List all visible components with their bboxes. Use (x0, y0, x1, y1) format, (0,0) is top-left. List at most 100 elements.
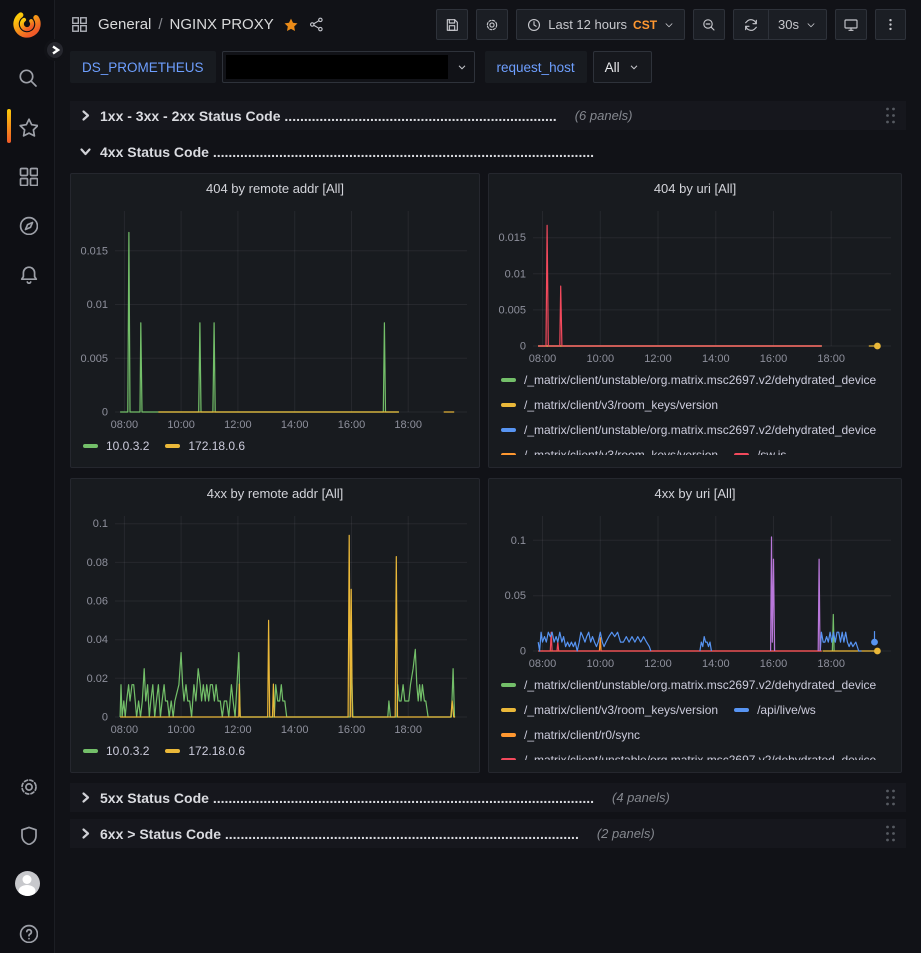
refresh-button[interactable] (734, 10, 768, 39)
series-line (538, 225, 822, 346)
legend-item[interactable]: /_matrix/client/v3/room_keys/version (501, 446, 718, 455)
row-drag-handle-icon[interactable] (884, 824, 897, 843)
x-tick-label: 12:00 (224, 419, 252, 431)
chevron-right-icon (50, 45, 60, 55)
timezone-label: CST (633, 18, 657, 32)
row-header-5xx[interactable]: 5xx Status Code ........................… (70, 783, 906, 812)
x-tick-label: 10:00 (587, 353, 615, 365)
row-header-4xx[interactable]: 4xx Status Code ........................… (70, 137, 906, 166)
legend-label: /_matrix/client/v3/room_keys/version (524, 703, 718, 717)
y-tick-label: 0.08 (87, 557, 108, 569)
legend-label: /api/live/ws (757, 703, 816, 717)
row-drag-handle-icon[interactable] (884, 788, 897, 807)
x-tick-label: 12:00 (644, 353, 672, 365)
breadcrumb-section[interactable]: General (98, 16, 151, 33)
row-title: 6xx > Status Code ......................… (100, 826, 579, 842)
timeseries-chart[interactable]: 00.0050.010.01508:0010:0012:0014:0016:00… (79, 203, 471, 435)
sidebar-item-server-admin[interactable] (0, 823, 54, 845)
legend-item[interactable]: /api/live/ws (734, 701, 816, 719)
datasource-variable-select[interactable] (222, 51, 475, 83)
legend-swatch (501, 708, 516, 712)
star-icon (17, 116, 38, 137)
main-area: General / NGINX PROXY Last 12 hours (55, 0, 921, 848)
y-tick-label: 0 (102, 407, 108, 419)
legend-label: 10.0.3.2 (106, 744, 149, 758)
row-panel-count: (4 panels) (612, 790, 670, 805)
sidebar-expand-button[interactable] (44, 39, 66, 61)
series-line (538, 632, 651, 651)
legend-item[interactable]: /_matrix/client/v3/room_keys/version (501, 396, 718, 414)
x-tick-label: 10:00 (167, 419, 195, 431)
legend-label: /_matrix/client/unstable/org.matrix.msc2… (524, 423, 876, 437)
legend-item[interactable]: /sw.js (734, 446, 786, 455)
zoom-out-time-button[interactable] (693, 9, 725, 40)
request-host-variable-label[interactable]: request_host (485, 51, 587, 83)
row-title: 1xx - 3xx - 2xx Status Code ............… (100, 108, 557, 124)
x-tick-label: 18:00 (394, 724, 422, 736)
x-tick-label: 16:00 (760, 658, 788, 670)
y-tick-label: 0.1 (93, 518, 108, 530)
series-point (874, 648, 881, 655)
sidebar-item-search[interactable] (0, 66, 54, 88)
more-options-button[interactable] (875, 9, 906, 40)
request-host-variable-select[interactable]: All (593, 51, 652, 83)
legend-item[interactable]: /_matrix/client/unstable/org.matrix.msc2… (501, 371, 876, 389)
panel-title[interactable]: 4xx by remote addr [All] (71, 479, 479, 508)
variables-row: DS_PROMETHEUS request_host All (55, 46, 921, 94)
row-header-1xx-3xx-2xx[interactable]: 1xx - 3xx - 2xx Status Code ............… (70, 101, 906, 130)
y-tick-label: 0.01 (505, 268, 526, 280)
share-icon[interactable] (308, 16, 325, 33)
datasource-variable-label[interactable]: DS_PROMETHEUS (70, 51, 216, 83)
save-icon (444, 17, 460, 33)
legend-item[interactable]: /_matrix/client/unstable/org.matrix.msc2… (501, 676, 876, 694)
sidebar-bottom-items (0, 774, 54, 943)
y-tick-label: 0.02 (87, 673, 108, 685)
x-tick-label: 18:00 (817, 353, 845, 365)
legend-label: /_matrix/client/unstable/org.matrix.msc2… (524, 373, 876, 387)
avatar[interactable] (15, 871, 40, 896)
tv-mode-button[interactable] (835, 9, 867, 40)
sidebar-item-alerting[interactable] (0, 262, 54, 284)
legend-item[interactable]: 10.0.3.2 (83, 742, 149, 760)
sidebar-item-dashboards[interactable] (0, 164, 54, 186)
row-drag-handle-icon[interactable] (884, 106, 897, 125)
sidebar-item-explore[interactable] (0, 213, 54, 235)
chevron-down-icon (456, 61, 468, 73)
row-panel-count: (6 panels) (575, 108, 633, 123)
dashboard-settings-button[interactable] (476, 9, 508, 40)
panel-title[interactable]: 4xx by uri [All] (489, 479, 901, 508)
sidebar-item-configuration[interactable] (0, 774, 54, 796)
refresh-interval-dropdown[interactable]: 30s (769, 10, 826, 39)
series-line (700, 637, 712, 651)
legend-label: 172.18.0.6 (188, 439, 245, 453)
sidebar-item-starred[interactable] (0, 115, 54, 137)
sidebar-item-help[interactable] (0, 921, 54, 943)
dashboard-grid-icon[interactable] (70, 15, 89, 34)
legend-item[interactable]: /_matrix/client/r0/sync (501, 726, 640, 744)
timeseries-chart[interactable]: 00.050.108:0010:0012:0014:0016:0018:00 (497, 508, 895, 674)
time-range-picker[interactable]: Last 12 hours CST (516, 9, 685, 40)
refresh-picker: 30s (733, 9, 827, 40)
chevron-right-icon (79, 827, 92, 840)
help-icon (17, 922, 38, 943)
favorite-star-icon[interactable] (283, 17, 299, 33)
legend-item[interactable]: /_matrix/client/unstable/org.matrix.msc2… (501, 421, 876, 439)
timeseries-chart[interactable]: 00.0050.010.01508:0010:0012:0014:0016:00… (497, 203, 895, 369)
legend-item[interactable]: 10.0.3.2 (83, 437, 149, 455)
sidebar-item-profile[interactable] (0, 872, 54, 894)
top-navbar: General / NGINX PROXY Last 12 hours (55, 0, 921, 46)
timeseries-chart[interactable]: 00.020.040.060.080.108:0010:0012:0014:00… (79, 508, 471, 740)
breadcrumb-dashboard-title[interactable]: NGINX PROXY (170, 16, 274, 33)
legend-item[interactable]: /_matrix/client/unstable/org.matrix.msc2… (501, 751, 876, 760)
grafana-logo[interactable] (13, 10, 41, 38)
row-header-6xx[interactable]: 6xx > Status Code ......................… (70, 819, 906, 848)
panel-title[interactable]: 404 by uri [All] (489, 174, 901, 203)
panels-grid: 404 by remote addr [All]00.0050.010.0150… (70, 173, 906, 773)
legend-item[interactable]: 172.18.0.6 (165, 437, 245, 455)
save-dashboard-button[interactable] (436, 9, 468, 40)
legend-item[interactable]: 172.18.0.6 (165, 742, 245, 760)
panel-4xx-by-uri-all: 4xx by uri [All]00.050.108:0010:0012:001… (488, 478, 902, 773)
panel-title[interactable]: 404 by remote addr [All] (71, 174, 479, 203)
y-tick-label: 0.05 (505, 590, 526, 602)
legend-item[interactable]: /_matrix/client/v3/room_keys/version (501, 701, 718, 719)
